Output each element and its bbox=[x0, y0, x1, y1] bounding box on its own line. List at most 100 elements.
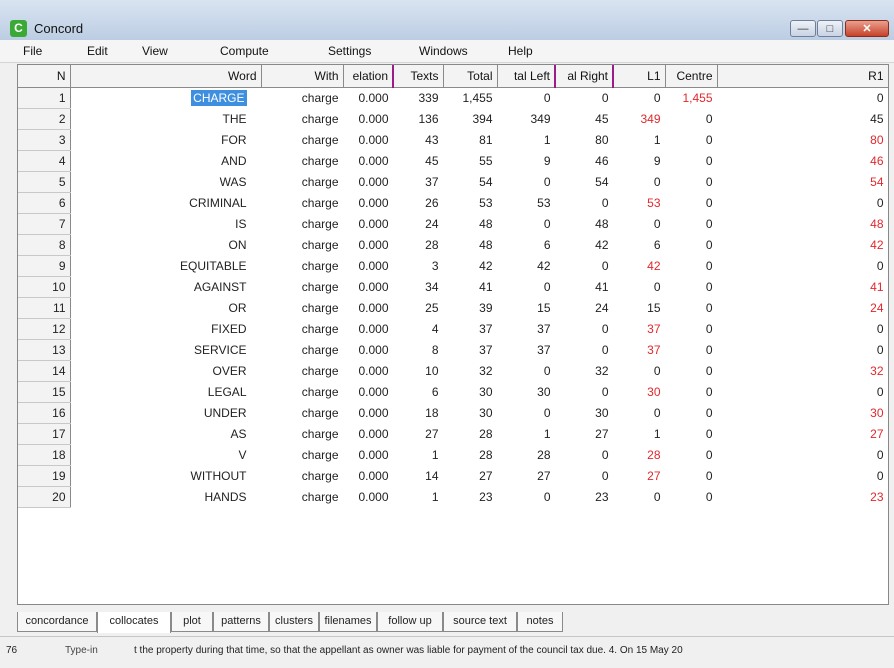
word-value: WAS bbox=[219, 174, 247, 189]
table-row[interactable]: 5 WAS charge 0.000 37 54 0 54 0 0 54 bbox=[18, 171, 888, 193]
table-row[interactable]: 18 Vcharge 0.000 1 28 28 0 28 0 0 bbox=[18, 444, 888, 466]
cell-n: 14 bbox=[18, 360, 71, 382]
cell-left: 9 bbox=[497, 150, 556, 171]
cell-n: 18 bbox=[18, 444, 71, 466]
menu-file[interactable]: File bbox=[23, 44, 42, 58]
word-value: FIXED bbox=[211, 321, 247, 336]
cell-texts: 26 bbox=[393, 192, 444, 213]
tab-clusters[interactable]: clusters bbox=[269, 612, 319, 632]
cell-relation: 0.000 bbox=[343, 87, 394, 108]
cell-r1: 46 bbox=[717, 150, 888, 171]
word-value: AS bbox=[230, 426, 247, 441]
column-header-relation[interactable]: elation bbox=[343, 65, 394, 88]
column-header-total-right[interactable]: al Right bbox=[555, 65, 614, 88]
cell-texts: 37 bbox=[393, 171, 444, 192]
column-header-texts[interactable]: Texts bbox=[393, 65, 444, 88]
table-row[interactable]: 4 AND charge 0.000 45 55 9 46 9 0 46 bbox=[18, 150, 888, 172]
cell-word: THE bbox=[70, 108, 262, 129]
tab-concordance[interactable]: concordance bbox=[17, 612, 97, 632]
cell-right: 0 bbox=[555, 444, 614, 465]
column-header-r1[interactable]: R1 bbox=[717, 65, 888, 88]
column-header-total[interactable]: Total bbox=[443, 65, 498, 88]
column-header-centre[interactable]: Centre bbox=[665, 65, 718, 88]
tab-patterns[interactable]: patterns bbox=[213, 612, 269, 632]
close-button[interactable]: ✕ bbox=[845, 20, 889, 37]
cell-left: 0 bbox=[497, 171, 556, 192]
menu-settings[interactable]: Settings bbox=[328, 44, 371, 58]
table-row[interactable]: 3 FOR charge 0.000 43 81 1 80 1 0 80 bbox=[18, 129, 888, 151]
maximize-button[interactable]: □ bbox=[817, 20, 843, 37]
table-row[interactable]: 1 CHARGE charge 0.000 339 1,455 0 0 0 1,455 0 bbox=[18, 87, 888, 109]
cell-with: charge bbox=[261, 444, 344, 465]
cell-r1: 0 bbox=[717, 444, 888, 465]
column-header-n[interactable]: N bbox=[18, 65, 71, 88]
table-row[interactable]: 7 IS charge 0.000 24 48 0 48 0 0 48 bbox=[18, 213, 888, 235]
table-row[interactable]: 17 AS charge 0.000 27 28 1 27 1 0 27 bbox=[18, 423, 888, 445]
cell-n: 9 bbox=[18, 255, 71, 277]
word-value: AND bbox=[221, 153, 247, 168]
collocates-grid[interactable]: N Word With elation Texts Total tal Left… bbox=[17, 64, 889, 605]
minimize-icon: — bbox=[797, 23, 809, 35]
cell-relation: 0.000 bbox=[343, 486, 394, 507]
tab-plot[interactable]: plot bbox=[171, 612, 213, 632]
table-row[interactable]: 12 FIXED charge 0.000 4 37 37 0 37 0 0 bbox=[18, 318, 888, 340]
table-row[interactable]: 2 THE charge 0.000 136 394 349 45 349 0 45 bbox=[18, 108, 888, 130]
menu-compute[interactable]: Compute bbox=[220, 44, 269, 58]
cell-texts: 24 bbox=[393, 213, 444, 234]
table-row[interactable]: 9 EQUITABLE charge 0.000 3 42 42 0 42 0 0 bbox=[18, 255, 888, 277]
cell-with: charge bbox=[261, 360, 344, 381]
word-value: OVER bbox=[212, 363, 247, 378]
table-row[interactable]: 13 SERVICE charge 0.000 8 37 37 0 37 0 0 bbox=[18, 339, 888, 361]
table-row[interactable]: 10 AGAINST charge 0.000 34 41 0 41 0 0 41 bbox=[18, 276, 888, 298]
tab-follow-up[interactable]: follow up bbox=[377, 612, 443, 632]
cell-left: 30 bbox=[497, 381, 556, 402]
cell-centre: 0 bbox=[665, 192, 718, 213]
column-header-with[interactable]: With bbox=[261, 65, 344, 88]
cell-left: 42 bbox=[497, 255, 556, 276]
cell-total: 27 bbox=[443, 465, 498, 486]
table-row[interactable]: 19 WITHOUT charge 0.000 14 27 27 0 27 0 0 bbox=[18, 465, 888, 487]
cell-with: charge bbox=[261, 234, 344, 255]
cell-right: 0 bbox=[555, 465, 614, 486]
table-row[interactable]: 14 OVER charge 0.000 10 32 0 32 0 0 32 bbox=[18, 360, 888, 382]
cell-total: 48 bbox=[443, 213, 498, 234]
menu-view[interactable]: View bbox=[142, 44, 168, 58]
cell-with: charge bbox=[261, 402, 344, 423]
table-row[interactable]: 15 LEGAL charge 0.000 6 30 30 0 30 0 0 bbox=[18, 381, 888, 403]
tab-source-text[interactable]: source text bbox=[443, 612, 517, 632]
tab-filenames[interactable]: filenames bbox=[319, 612, 377, 632]
cell-word: OVER bbox=[70, 360, 262, 381]
cell-word: AS bbox=[70, 423, 262, 444]
word-value: IS bbox=[235, 216, 247, 231]
column-header-word[interactable]: Word bbox=[70, 65, 262, 88]
table-row[interactable]: 8 ON charge 0.000 28 48 6 42 6 0 42 bbox=[18, 234, 888, 256]
cell-with: charge bbox=[261, 171, 344, 192]
word-value: CHARGE bbox=[191, 89, 247, 106]
status-context-line: t the property during that time, so that… bbox=[134, 645, 683, 656]
table-row[interactable]: 20 HANDS charge 0.000 1 23 0 23 0 0 23 bbox=[18, 486, 888, 508]
menu-help[interactable]: Help bbox=[508, 44, 533, 58]
word-value: CRIMINAL bbox=[189, 195, 247, 210]
cell-r1: 0 bbox=[717, 465, 888, 486]
tab-notes[interactable]: notes bbox=[517, 612, 563, 632]
cell-right: 32 bbox=[555, 360, 614, 381]
menu-windows[interactable]: Windows bbox=[419, 44, 468, 58]
column-header-total-left[interactable]: tal Left bbox=[497, 65, 556, 88]
cell-r1: 45 bbox=[717, 108, 888, 129]
cell-centre: 1,455 bbox=[665, 87, 718, 108]
minimize-button[interactable]: — bbox=[790, 20, 816, 37]
cell-total: 42 bbox=[443, 255, 498, 276]
menu-edit[interactable]: Edit bbox=[87, 44, 108, 58]
cell-centre: 0 bbox=[665, 423, 718, 444]
cell-n: 10 bbox=[18, 276, 71, 298]
cell-left: 53 bbox=[497, 192, 556, 213]
tab-collocates[interactable]: collocates bbox=[97, 612, 171, 633]
column-header-l1[interactable]: L1 bbox=[613, 65, 666, 88]
table-row[interactable]: 16 UNDER charge 0.000 18 30 0 30 0 0 30 bbox=[18, 402, 888, 424]
status-count: 76 bbox=[6, 645, 18, 656]
cell-word: V bbox=[70, 444, 262, 465]
table-row[interactable]: 11 OR charge 0.000 25 39 15 24 15 0 24 bbox=[18, 297, 888, 319]
cell-l1: 15 bbox=[613, 297, 666, 318]
cell-relation: 0.000 bbox=[343, 465, 394, 486]
table-row[interactable]: 6 CRIMINAL charge 0.000 26 53 53 0 53 0 0 bbox=[18, 192, 888, 214]
